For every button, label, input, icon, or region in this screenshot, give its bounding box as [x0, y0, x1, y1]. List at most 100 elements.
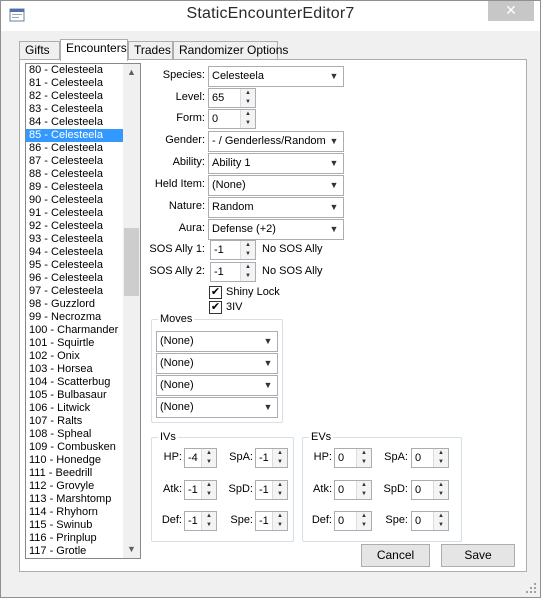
- form-value: 0: [212, 113, 219, 125]
- ev-hp-label: HP:: [313, 451, 332, 463]
- cancel-button[interactable]: Cancel: [361, 544, 430, 567]
- held-item-label: Held Item:: [154, 178, 205, 190]
- level-label: Level:: [175, 91, 205, 103]
- iv-def-value: -1: [188, 515, 198, 527]
- spin-down-icon[interactable]: ▼: [202, 521, 216, 530]
- ev-hp-stepper[interactable]: 0 ▲ ▼: [334, 448, 372, 468]
- ev-spe-stepper[interactable]: 0 ▲ ▼: [411, 511, 449, 531]
- ability-value: Ability 1: [212, 157, 251, 169]
- spin-down-icon[interactable]: ▼: [241, 98, 255, 107]
- spin-down-icon[interactable]: ▼: [202, 490, 216, 499]
- spin-down-icon[interactable]: ▼: [273, 458, 287, 467]
- ability-dropdown[interactable]: Ability 1 ▼: [208, 153, 344, 174]
- scroll-up-icon[interactable]: ▲: [123, 64, 140, 81]
- gender-label: Gender:: [165, 134, 205, 146]
- spin-down-icon[interactable]: ▼: [434, 458, 448, 467]
- spin-down-icon[interactable]: ▼: [434, 490, 448, 499]
- spin-down-icon[interactable]: ▼: [434, 521, 448, 530]
- three-iv-checkbox[interactable]: ✔ 3IV: [209, 300, 243, 314]
- list-scrollbar[interactable]: ▲ ▼: [123, 64, 140, 558]
- spin-up-icon[interactable]: ▲: [357, 449, 371, 458]
- ev-spa-label: SpA:: [384, 451, 408, 463]
- spin-down-icon[interactable]: ▼: [241, 119, 255, 128]
- ev-def-stepper[interactable]: 0 ▲ ▼: [334, 511, 372, 531]
- scroll-thumb[interactable]: [124, 228, 139, 296]
- spin-up-icon[interactable]: ▲: [241, 110, 255, 119]
- species-dropdown[interactable]: Celesteela ▼: [208, 66, 344, 87]
- spin-up-icon[interactable]: ▲: [357, 512, 371, 521]
- sos-ally-1-label: SOS Ally 1:: [149, 243, 205, 255]
- ev-spa-stepper[interactable]: 0 ▲ ▼: [411, 448, 449, 468]
- spin-up-icon[interactable]: ▲: [202, 481, 216, 490]
- iv-spd-value: -1: [259, 484, 269, 496]
- sos-ally-2-stepper[interactable]: -1 ▲ ▼: [210, 262, 256, 282]
- tab-trades[interactable]: Trades: [128, 41, 173, 60]
- close-icon: ✕: [505, 2, 517, 18]
- save-button[interactable]: Save: [441, 544, 515, 567]
- chevron-down-icon: ▼: [329, 71, 339, 81]
- move-1-dropdown[interactable]: (None) ▼: [156, 331, 278, 352]
- tab-encounters[interactable]: Encounters: [60, 39, 128, 61]
- gender-dropdown[interactable]: - / Genderless/Random ▼: [208, 131, 344, 152]
- iv-spa-value: -1: [259, 452, 269, 464]
- ev-spd-stepper[interactable]: 0 ▲ ▼: [411, 480, 449, 500]
- sos-ally-1-stepper[interactable]: -1 ▲ ▼: [210, 240, 256, 260]
- level-stepper[interactable]: 65 ▲ ▼: [208, 88, 256, 108]
- spin-up-icon[interactable]: ▲: [273, 449, 287, 458]
- close-button[interactable]: ✕: [488, 1, 534, 21]
- spin-down-icon[interactable]: ▼: [357, 458, 371, 467]
- move-4-dropdown[interactable]: (None) ▼: [156, 397, 278, 418]
- spin-down-icon[interactable]: ▼: [241, 272, 255, 281]
- spin-up-icon[interactable]: ▲: [273, 481, 287, 490]
- spin-up-icon[interactable]: ▲: [202, 449, 216, 458]
- spin-down-icon[interactable]: ▼: [202, 458, 216, 467]
- title-bar: StaticEncounterEditor7 ✕: [1, 1, 540, 31]
- encounter-list[interactable]: 80 - Celesteela 81 - Celesteela 82 - Celes…: [25, 63, 141, 559]
- spin-up-icon[interactable]: ▲: [434, 481, 448, 490]
- check-icon[interactable]: ✔: [209, 300, 222, 314]
- level-value: 65: [212, 92, 225, 104]
- spin-up-icon[interactable]: ▲: [202, 512, 216, 521]
- spin-up-icon[interactable]: ▲: [273, 512, 287, 521]
- iv-spe-stepper[interactable]: -1 ▲ ▼: [255, 511, 288, 531]
- sos-ally-2-value: -1: [214, 266, 224, 278]
- spin-up-icon[interactable]: ▲: [241, 89, 255, 98]
- move-3-dropdown[interactable]: (None) ▼: [156, 375, 278, 396]
- spin-up-icon[interactable]: ▲: [241, 263, 255, 272]
- spin-down-icon[interactable]: ▼: [357, 490, 371, 499]
- iv-def-stepper[interactable]: -1 ▲ ▼: [184, 511, 217, 531]
- form-stepper[interactable]: 0 ▲ ▼: [208, 109, 256, 129]
- resize-grip-icon[interactable]: [525, 582, 537, 594]
- spin-down-icon[interactable]: ▼: [273, 521, 287, 530]
- nature-dropdown[interactable]: Random ▼: [208, 197, 344, 218]
- move-2-dropdown[interactable]: (None) ▼: [156, 353, 278, 374]
- iv-spa-stepper[interactable]: -1 ▲ ▼: [255, 448, 288, 468]
- ev-atk-label: Atk:: [313, 483, 332, 495]
- iv-spd-stepper[interactable]: -1 ▲ ▼: [255, 480, 288, 500]
- spin-up-icon[interactable]: ▲: [241, 241, 255, 250]
- chevron-down-icon: ▼: [263, 380, 273, 390]
- tab-randomizer-options[interactable]: Randomizer Options: [173, 41, 288, 60]
- spin-up-icon[interactable]: ▲: [434, 512, 448, 521]
- iv-atk-stepper[interactable]: -1 ▲ ▼: [184, 480, 217, 500]
- iv-hp-stepper[interactable]: -4 ▲ ▼: [184, 448, 217, 468]
- tab-gifts[interactable]: Gifts: [19, 41, 60, 60]
- ev-atk-value: 0: [338, 484, 345, 496]
- held-item-dropdown[interactable]: (None) ▼: [208, 175, 344, 196]
- spin-down-icon[interactable]: ▼: [357, 521, 371, 530]
- chevron-down-icon: ▼: [329, 202, 339, 212]
- scroll-down-icon[interactable]: ▼: [123, 541, 140, 558]
- spin-down-icon[interactable]: ▼: [273, 490, 287, 499]
- spin-up-icon[interactable]: ▲: [434, 449, 448, 458]
- check-icon[interactable]: ✔: [209, 285, 222, 299]
- form-label: Form:: [176, 112, 205, 124]
- chevron-down-icon: ▼: [263, 358, 273, 368]
- spin-up-icon[interactable]: ▲: [357, 481, 371, 490]
- move-1-value: (None): [160, 335, 194, 347]
- iv-spd-label: SpD:: [228, 483, 253, 495]
- shiny-lock-checkbox[interactable]: ✔ Shiny Lock: [209, 285, 280, 299]
- iv-hp-label: HP:: [163, 451, 182, 463]
- ev-atk-stepper[interactable]: 0 ▲ ▼: [334, 480, 372, 500]
- spin-down-icon[interactable]: ▼: [241, 250, 255, 259]
- aura-dropdown[interactable]: Defense (+2) ▼: [208, 219, 344, 240]
